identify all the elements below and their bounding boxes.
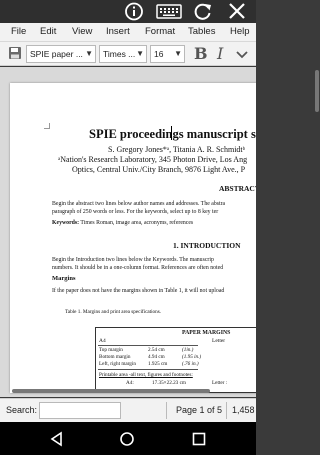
table-print-a4: A4: — [126, 380, 134, 386]
intro-line[interactable]: Begin the Introduction two lines below t… — [52, 257, 214, 263]
chevron-down-icon: ▼ — [136, 49, 144, 58]
table-col-letter: Letter — [212, 338, 226, 344]
document-affiliation-1[interactable]: ᵃNation's Research Laboratory, 345 Photo… — [58, 155, 247, 164]
back-icon[interactable] — [49, 431, 65, 447]
table-caption[interactable]: Table 1. Margins and print area specific… — [65, 309, 161, 315]
paragraph-style-value: SPIE paper ... — [30, 49, 83, 59]
document-viewport[interactable]: SPIE proceedings manuscript samp S. Greg… — [0, 67, 256, 397]
format-toolbar: SPIE paper ... ▼ Times ... ▼ 16 ▼ B I — [0, 42, 256, 66]
table-row-value: 4.94 cm — [148, 354, 165, 360]
page-indicator: Page 1 of 5 — [176, 405, 223, 415]
menu-view[interactable]: View — [72, 26, 92, 37]
font-family-select[interactable]: Times ... ▼ — [99, 45, 147, 63]
menu-bar: File Edit View Insert Format Tables Help — [0, 23, 256, 42]
table-row-value: 1.925 cm — [148, 361, 168, 367]
keywords-line[interactable]: Keywords: Times Roman, image area, acron… — [52, 220, 193, 226]
chevron-down-icon: ▼ — [174, 49, 182, 58]
save-icon[interactable] — [8, 46, 22, 60]
status-bar: Search: Page 1 of 5 1,458 — [0, 398, 256, 422]
keywords-label: Keywords: — [52, 220, 80, 226]
menu-edit[interactable]: Edit — [40, 26, 56, 37]
document-page[interactable]: SPIE proceedings manuscript samp S. Greg… — [10, 83, 256, 393]
table-print-area-label: Printable area -all text, figures and fo… — [99, 372, 193, 378]
margins-table[interactable]: PAPER MARGINS A4 Letter Top margin 2.54 … — [95, 327, 256, 393]
menu-format[interactable]: Format — [145, 26, 175, 37]
system-navigation-bar — [0, 422, 256, 455]
keywords-text: Times Roman, image area, acronyms, refer… — [79, 220, 194, 226]
word-count: 1,458 — [232, 405, 255, 415]
table-col-a4: A4 — [99, 338, 106, 344]
close-icon[interactable] — [227, 2, 247, 21]
app-top-bar — [0, 0, 256, 23]
margin-marker — [44, 123, 50, 129]
menu-file[interactable]: File — [11, 26, 26, 37]
document-affiliation-2[interactable]: Optics, Central Univ./City Branch, 9876 … — [72, 165, 245, 174]
table-row-label: Left, right margin — [99, 361, 136, 367]
bold-button[interactable]: B — [194, 44, 208, 63]
text-cursor — [171, 126, 172, 140]
table-row-alt: (.76 in.) — [182, 361, 199, 367]
table-row-value: 2.54 cm — [148, 347, 165, 353]
introduction-heading[interactable]: 1. INTRODUCTION — [173, 241, 241, 250]
abstract-line[interactable]: Begin the abstract two lines below autho… — [52, 201, 225, 207]
font-family-value: Times ... — [103, 49, 136, 59]
table-row-alt: (1in.) — [182, 347, 194, 353]
table-row-label: Top margin — [99, 347, 123, 353]
status-divider — [226, 402, 227, 419]
font-size-select[interactable]: 16 ▼ — [150, 45, 185, 63]
horizontal-scrollbar[interactable] — [12, 389, 210, 393]
margins-line[interactable]: If the paper does not have the margins s… — [52, 288, 224, 294]
abstract-line[interactable]: paragraph of 250 words or less. For the … — [52, 209, 218, 215]
abstract-heading[interactable]: ABSTRACT — [219, 184, 256, 193]
recent-apps-icon[interactable] — [191, 431, 207, 447]
menu-tables[interactable]: Tables — [188, 26, 215, 37]
table-divider — [98, 345, 198, 346]
table-row-alt: (1.95 in.) — [182, 354, 202, 360]
home-icon[interactable] — [119, 431, 135, 447]
chevron-down-icon: ▼ — [85, 49, 93, 58]
chevron-down-icon[interactable] — [235, 48, 249, 60]
intro-line[interactable]: numbers. It should be in a one-column fo… — [52, 265, 223, 271]
font-size-value: 16 — [154, 49, 164, 59]
menu-insert[interactable]: Insert — [106, 26, 130, 37]
search-input[interactable] — [39, 402, 121, 419]
table-divider — [98, 369, 198, 370]
italic-button[interactable]: I — [217, 44, 223, 63]
table-header: PAPER MARGINS — [182, 330, 231, 336]
document-authors[interactable]: S. Gregory Jones*ᵃ, Titania A. R. Schmid… — [108, 145, 245, 154]
margins-heading[interactable]: Margins — [52, 275, 75, 282]
table-print-letter: Letter : — [212, 380, 228, 386]
search-label: Search: — [6, 405, 38, 415]
vertical-scrollbar[interactable] — [315, 70, 319, 112]
info-icon[interactable] — [124, 2, 144, 21]
table-row-label: Bottom margin — [99, 354, 131, 360]
status-divider — [166, 402, 167, 419]
keyboard-icon[interactable] — [156, 2, 182, 21]
refresh-icon[interactable] — [193, 2, 213, 21]
paragraph-style-select[interactable]: SPIE paper ... ▼ — [26, 45, 96, 63]
document-title[interactable]: SPIE proceedings manuscript samp — [89, 127, 256, 142]
menu-help[interactable]: Help — [230, 26, 250, 37]
table-print-a4-value: 17.35×22.23 cm — [152, 380, 186, 386]
